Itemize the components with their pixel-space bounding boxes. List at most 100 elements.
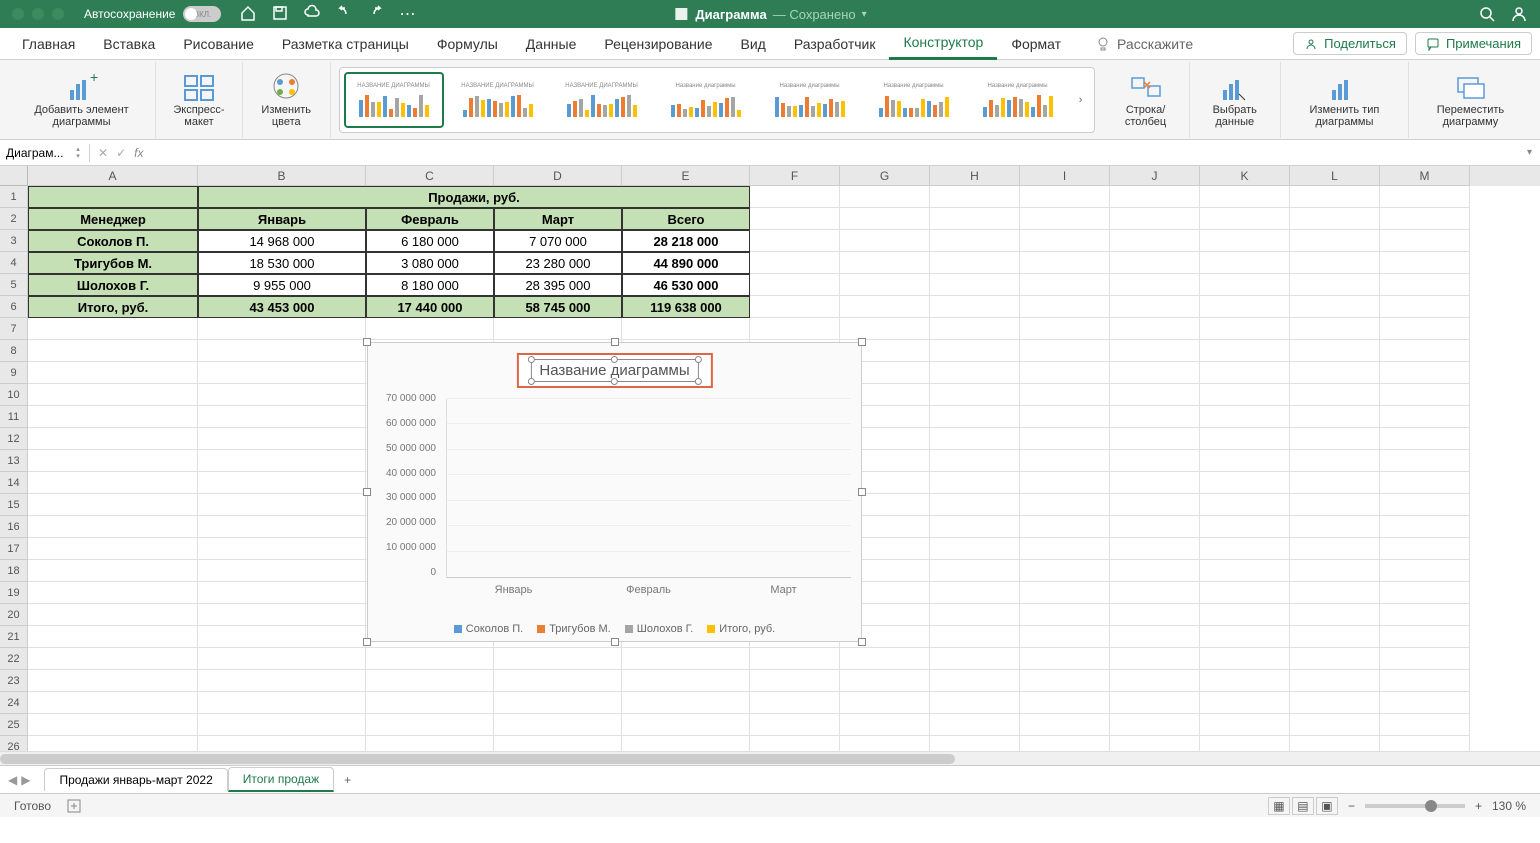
zoom-percent[interactable]: 130 % <box>1492 799 1526 813</box>
accessibility-icon[interactable] <box>65 797 83 815</box>
cell[interactable] <box>1290 604 1380 626</box>
cell[interactable] <box>28 538 198 560</box>
cell[interactable] <box>198 362 366 384</box>
cell[interactable] <box>1020 560 1110 582</box>
cell[interactable] <box>1020 648 1110 670</box>
row-header[interactable]: 10 <box>0 384 28 406</box>
cell[interactable] <box>198 318 366 340</box>
cell[interactable] <box>1290 450 1380 472</box>
cell[interactable] <box>622 318 750 340</box>
cell[interactable] <box>622 714 750 736</box>
cell[interactable]: 44 890 000 <box>622 252 750 274</box>
cell[interactable] <box>28 714 198 736</box>
cell[interactable] <box>1200 736 1290 751</box>
cell[interactable] <box>1110 626 1200 648</box>
cell[interactable] <box>28 560 198 582</box>
cell[interactable] <box>622 648 750 670</box>
cell[interactable] <box>1380 274 1470 296</box>
cell[interactable] <box>198 604 366 626</box>
cell[interactable] <box>1110 648 1200 670</box>
cell[interactable] <box>1290 406 1380 428</box>
cell[interactable] <box>1200 538 1290 560</box>
chart-legend[interactable]: Соколов П.Тригубов М.Шолохов Г.Итого, ру… <box>368 623 861 635</box>
view-page-break-icon[interactable]: ▣ <box>1316 797 1338 815</box>
cell[interactable] <box>1290 230 1380 252</box>
cell[interactable] <box>1020 340 1110 362</box>
cell[interactable] <box>1110 494 1200 516</box>
row-header[interactable]: 22 <box>0 648 28 670</box>
cell[interactable] <box>1020 538 1110 560</box>
cell[interactable] <box>198 428 366 450</box>
add-sheet-button[interactable]: + <box>334 769 361 791</box>
cell[interactable] <box>28 428 198 450</box>
cell[interactable] <box>750 208 840 230</box>
tab-Главная[interactable]: Главная <box>8 28 89 60</box>
chart-style-thumb[interactable]: Название диаграммы <box>864 72 964 128</box>
cell[interactable] <box>1110 384 1200 406</box>
autosave-cloud-icon[interactable] <box>303 4 321 22</box>
zoom-slider[interactable] <box>1365 804 1465 808</box>
cell[interactable] <box>1110 230 1200 252</box>
cell[interactable] <box>198 516 366 538</box>
cell[interactable] <box>1110 604 1200 626</box>
horizontal-scrollbar[interactable] <box>0 751 1540 765</box>
move-chart-button[interactable]: Переместить диаграмму <box>1409 62 1532 138</box>
cell[interactable] <box>1200 560 1290 582</box>
window-traffic-lights[interactable] <box>12 8 64 20</box>
row-header[interactable]: 25 <box>0 714 28 736</box>
cell[interactable] <box>1020 626 1110 648</box>
cell[interactable] <box>840 230 930 252</box>
cell[interactable]: Март <box>494 208 622 230</box>
more-icon[interactable]: ⋯ <box>399 4 415 24</box>
cell[interactable] <box>840 274 930 296</box>
share-people-icon[interactable] <box>1510 5 1528 23</box>
cell[interactable] <box>1290 692 1380 714</box>
cell[interactable] <box>1200 406 1290 428</box>
cell[interactable] <box>930 626 1020 648</box>
row-header[interactable]: 3 <box>0 230 28 252</box>
cell[interactable]: 23 280 000 <box>494 252 622 274</box>
cell[interactable] <box>1290 714 1380 736</box>
cell[interactable] <box>198 648 366 670</box>
cell[interactable]: 14 968 000 <box>198 230 366 252</box>
cell[interactable] <box>622 736 750 751</box>
sheet-prev-icon[interactable]: ◀ <box>8 773 17 787</box>
cell[interactable] <box>1110 428 1200 450</box>
cell[interactable] <box>1200 604 1290 626</box>
autosave-toggle[interactable]: ВКЛ. <box>183 6 221 22</box>
cell[interactable] <box>840 670 930 692</box>
cell[interactable] <box>28 340 198 362</box>
row-header[interactable]: 19 <box>0 582 28 604</box>
cell[interactable]: 28 218 000 <box>622 230 750 252</box>
cell[interactable] <box>1200 318 1290 340</box>
add-chart-element-button[interactable]: + Добавить элемент диаграммы <box>8 62 156 138</box>
cell[interactable] <box>28 692 198 714</box>
cell[interactable] <box>1020 692 1110 714</box>
cell[interactable] <box>494 648 622 670</box>
cell[interactable] <box>366 714 494 736</box>
cell[interactable] <box>28 626 198 648</box>
cell[interactable]: 18 530 000 <box>198 252 366 274</box>
cell[interactable] <box>198 560 366 582</box>
cell[interactable] <box>1290 494 1380 516</box>
cell[interactable]: Всего <box>622 208 750 230</box>
cell[interactable] <box>840 252 930 274</box>
home-icon[interactable] <box>239 4 257 22</box>
cell[interactable] <box>198 494 366 516</box>
cell[interactable] <box>1380 318 1470 340</box>
sheet-tab-1[interactable]: Продажи январь-март 2022 <box>44 768 227 791</box>
chart-style-thumb[interactable]: НАЗВАНИЕ ДИАГРАММЫ <box>448 72 548 128</box>
column-header[interactable]: D <box>494 166 622 186</box>
row-header[interactable]: 9 <box>0 362 28 384</box>
cell[interactable] <box>1200 208 1290 230</box>
cell[interactable] <box>1290 428 1380 450</box>
cell[interactable] <box>930 714 1020 736</box>
cell[interactable] <box>1200 340 1290 362</box>
cell[interactable] <box>840 736 930 751</box>
row-header[interactable]: 4 <box>0 252 28 274</box>
cell[interactable] <box>750 274 840 296</box>
cell[interactable]: 119 638 000 <box>622 296 750 318</box>
tell-me[interactable]: Расскажите <box>1095 36 1193 52</box>
share-button[interactable]: Поделиться <box>1293 32 1407 55</box>
cell[interactable] <box>1290 472 1380 494</box>
